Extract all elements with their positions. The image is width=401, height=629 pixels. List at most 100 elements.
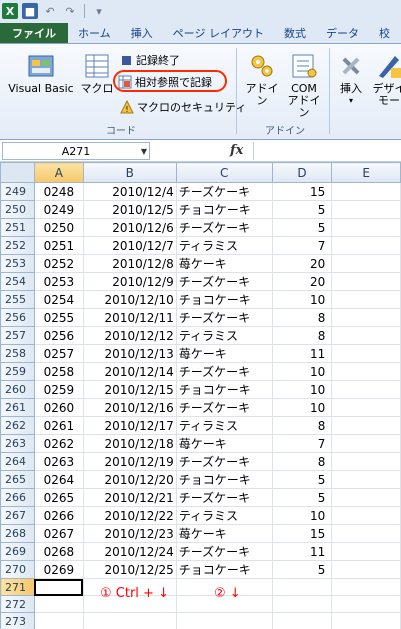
cell-d[interactable]: 20 xyxy=(271,254,333,273)
cell-c[interactable]: チーズケーキ xyxy=(175,362,273,381)
row-header[interactable]: 256 xyxy=(0,308,35,327)
cell-e[interactable] xyxy=(331,542,401,561)
cell-e[interactable] xyxy=(331,398,401,417)
cell-b[interactable]: 2010/12/22 xyxy=(82,506,177,525)
insert-control-button[interactable]: 挿入 ▾ xyxy=(334,52,368,107)
cell-b[interactable]: 2010/12/24 xyxy=(82,542,177,561)
cell-c[interactable]: 苺ケーキ xyxy=(175,434,273,453)
tab-6[interactable]: 校 xyxy=(369,23,400,43)
cell-c[interactable]: ティラミス xyxy=(175,236,273,255)
name-box[interactable]: A271 ▼ xyxy=(2,141,150,161)
chevron-down-icon[interactable]: ▼ xyxy=(141,143,147,161)
row-header[interactable]: 270 xyxy=(0,560,35,579)
cell-e[interactable] xyxy=(331,308,401,327)
cell-b[interactable]: 2010/12/4 xyxy=(82,182,177,201)
row-header[interactable]: 254 xyxy=(0,272,35,291)
cell-b[interactable]: 2010/12/15 xyxy=(82,380,177,399)
row-header[interactable]: 263 xyxy=(0,434,35,453)
cell-c[interactable]: チョコケーキ xyxy=(175,380,273,399)
cell-c[interactable]: チョコケーキ xyxy=(175,470,273,489)
cell-c[interactable]: チーズケーキ xyxy=(175,182,273,201)
cell-a[interactable]: 0249 xyxy=(33,200,84,219)
row-header[interactable]: 273 xyxy=(0,612,35,629)
cell-a[interactable]: 0251 xyxy=(33,236,84,255)
cell-e[interactable] xyxy=(331,254,401,273)
cell-b[interactable]: 2010/12/5 xyxy=(82,200,177,219)
cell-d[interactable]: 11 xyxy=(271,344,333,363)
cell-d[interactable]: 8 xyxy=(271,308,333,327)
cell-c[interactable]: チーズケーキ xyxy=(175,488,273,507)
row-header[interactable]: 249 xyxy=(0,182,35,201)
cell-c[interactable]: 苺ケーキ xyxy=(175,344,273,363)
save-icon[interactable]: ■ xyxy=(22,3,38,19)
cell-d[interactable]: 5 xyxy=(271,488,333,507)
cell-d[interactable]: 5 xyxy=(271,560,333,579)
row-header[interactable]: 250 xyxy=(0,200,35,219)
cell-b[interactable]: 2010/12/17 xyxy=(82,416,177,435)
tab-2[interactable]: 挿入 xyxy=(121,23,163,43)
cell-a[interactable]: 0262 xyxy=(33,434,84,453)
macro-security-button[interactable]: ! マクロのセキュリティ xyxy=(120,99,246,115)
excel-logo-icon[interactable]: X xyxy=(2,3,18,19)
cell-a[interactable]: 0260 xyxy=(33,398,84,417)
cell-c[interactable]: チーズケーキ xyxy=(175,398,273,417)
addin-button[interactable]: アドイン xyxy=(243,52,281,107)
cell-a[interactable]: 0257 xyxy=(33,344,84,363)
column-header-d[interactable]: D xyxy=(271,162,333,183)
cell-e[interactable] xyxy=(331,452,401,471)
row-header[interactable]: 271 xyxy=(0,578,35,596)
cell-b[interactable]: 2010/12/18 xyxy=(82,434,177,453)
cell-e[interactable] xyxy=(331,272,401,291)
macro-button[interactable]: マクロ xyxy=(80,52,114,95)
cell-a[interactable]: 0266 xyxy=(33,506,84,525)
cell-d[interactable]: 10 xyxy=(271,380,333,399)
cell-d[interactable]: 15 xyxy=(271,524,333,543)
cell-b[interactable]: 2010/12/8 xyxy=(82,254,177,273)
design-mode-button[interactable]: デザイ モー xyxy=(372,52,401,107)
cell-a[interactable]: 0264 xyxy=(33,470,84,489)
function-icon[interactable]: fx xyxy=(230,143,243,158)
cell-b[interactable]: 2010/12/9 xyxy=(82,272,177,291)
cell-d[interactable]: 8 xyxy=(271,452,333,471)
column-header-a[interactable]: A xyxy=(33,162,84,183)
cell-c[interactable]: チーズケーキ xyxy=(175,308,273,327)
cell-b[interactable]: 2010/12/16 xyxy=(82,398,177,417)
cell-e[interactable] xyxy=(331,182,401,201)
cell-b[interactable]: 2010/12/23 xyxy=(82,524,177,543)
row-header[interactable]: 268 xyxy=(0,524,35,543)
cell-d[interactable]: 10 xyxy=(271,398,333,417)
cell-a[interactable]: 0265 xyxy=(33,488,84,507)
visual-basic-button[interactable]: Visual Basic xyxy=(6,52,76,95)
row-header[interactable]: 266 xyxy=(0,488,35,507)
cell-a[interactable]: 0269 xyxy=(33,560,84,579)
cell-b[interactable]: 2010/12/10 xyxy=(82,290,177,309)
row-header[interactable]: 267 xyxy=(0,506,35,525)
tab-4[interactable]: 数式 xyxy=(274,23,316,43)
cell-e[interactable] xyxy=(331,434,401,453)
cell-d[interactable]: 10 xyxy=(271,290,333,309)
cell-a[interactable]: 0256 xyxy=(33,326,84,345)
cell-e[interactable] xyxy=(331,218,401,237)
cell-e[interactable] xyxy=(331,560,401,579)
cell-d[interactable]: 20 xyxy=(271,272,333,291)
cell-a[interactable]: 0248 xyxy=(33,182,84,201)
cell-a[interactable]: 0261 xyxy=(33,416,84,435)
cell-d[interactable]: 5 xyxy=(271,470,333,489)
cell-a[interactable]: 0258 xyxy=(33,362,84,381)
tab-0[interactable]: ファイル xyxy=(0,23,68,43)
cell-c[interactable]: チーズケーキ xyxy=(175,452,273,471)
cell-b[interactable]: 2010/12/25 xyxy=(82,560,177,579)
tab-1[interactable]: ホーム xyxy=(68,23,121,43)
row-header[interactable]: 258 xyxy=(0,344,35,363)
cell-c[interactable]: チョコケーキ xyxy=(175,200,273,219)
cell-a[interactable]: 0259 xyxy=(33,380,84,399)
cell-b[interactable]: 2010/12/11 xyxy=(82,308,177,327)
cell-c[interactable]: ティラミス xyxy=(175,506,273,525)
cell-d[interactable] xyxy=(271,595,333,613)
cell-c[interactable]: チーズケーキ xyxy=(175,218,273,237)
cell-a[interactable] xyxy=(33,595,84,613)
cell-c[interactable]: ティラミス xyxy=(175,416,273,435)
row-header[interactable]: 262 xyxy=(0,416,35,435)
cell-e[interactable] xyxy=(331,326,401,345)
select-all-corner[interactable] xyxy=(0,162,35,183)
